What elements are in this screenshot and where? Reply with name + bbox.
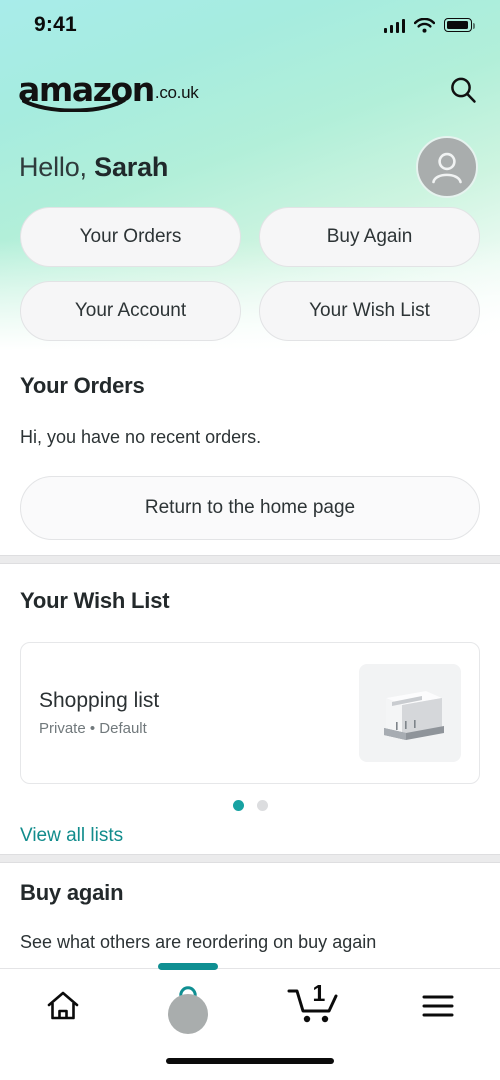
carousel-dot-1[interactable] [232, 800, 244, 811]
wishlist-section-title: Your Wish List [20, 588, 170, 613]
active-tab-indicator [157, 963, 218, 970]
carousel-dots [20, 800, 480, 811]
return-home-button[interactable]: Return to the home page [20, 476, 480, 540]
orders-empty-message: Hi, you have no recent orders. [20, 427, 262, 447]
buyagain-section: Buy again See what others are reordering… [0, 880, 500, 953]
wishlist-card-thumbnail [359, 664, 461, 762]
home-icon [47, 991, 78, 1020]
tab-menu[interactable] [375, 969, 500, 1043]
account-tab-icon-wrap [161, 981, 215, 1034]
signal-bars-icon [383, 18, 405, 33]
buyagain-section-title: Buy again [20, 880, 124, 905]
greeting-text: Hello, Sarah [19, 152, 168, 183]
wishlist-card-text: Shopping list Private • Default [39, 689, 159, 737]
quick-links-grid: Your Orders Buy Again Your Account Your … [0, 207, 500, 341]
wishlist-card-meta: Private • Default [39, 720, 147, 737]
avatar[interactable] [416, 136, 478, 198]
app-screen: 9:41 amazon .co.uk Hello, Sarah Your Ord… [0, 0, 500, 1080]
cart-icon-wrap: 1 [286, 980, 340, 1027]
greeting-name: Sarah [94, 151, 169, 182]
orders-section: Your Orders Hi, you have no recent order… [0, 373, 500, 540]
amazon-smile-icon [22, 97, 126, 113]
wishlist-section: Your Wish List Shopping list Private • D… [0, 588, 500, 847]
status-bar: 9:41 [0, 0, 500, 50]
tab-cart[interactable]: 1 [250, 969, 375, 1043]
quick-link-buy-again[interactable]: Buy Again [259, 207, 480, 267]
brand-header: amazon .co.uk [0, 62, 500, 118]
buyagain-subtitle: See what others are reordering on buy ag… [20, 932, 377, 952]
status-time: 9:41 [34, 13, 77, 36]
storage-caddy-product-image [384, 691, 444, 740]
wifi-icon [414, 17, 435, 33]
quick-link-your-account[interactable]: Your Account [20, 281, 241, 341]
section-divider-2 [0, 854, 500, 863]
quick-link-your-wish-list[interactable]: Your Wish List [259, 281, 480, 341]
greeting-prefix: Hello, [19, 151, 95, 182]
cart-badge-count: 1 [312, 980, 326, 1006]
view-all-lists-link[interactable]: View all lists [20, 825, 480, 847]
wishlist-card-name: Shopping list [39, 689, 160, 712]
amazon-logo[interactable]: amazon .co.uk [18, 73, 199, 113]
section-divider [0, 555, 500, 564]
account-avatar [167, 994, 208, 1034]
home-indicator [166, 1058, 334, 1064]
tab-list: 1 [0, 963, 500, 1043]
battery-icon [444, 18, 476, 32]
orders-section-title: Your Orders [20, 373, 145, 398]
search-icon[interactable] [448, 75, 478, 105]
carousel-dot-2[interactable] [256, 800, 268, 811]
person-avatar-icon [432, 152, 462, 184]
amazon-logo-tld: .co.uk [154, 83, 199, 103]
tab-home[interactable] [0, 969, 125, 1043]
greeting-row: Hello, Sarah [0, 136, 500, 198]
quick-link-your-orders[interactable]: Your Orders [20, 207, 241, 267]
wishlist-card[interactable]: Shopping list Private • Default [20, 642, 480, 784]
tab-account[interactable] [125, 963, 250, 1043]
hamburger-menu-icon [422, 995, 453, 1017]
status-indicators [383, 17, 476, 33]
bottom-tab-bar: 1 [0, 963, 500, 1080]
